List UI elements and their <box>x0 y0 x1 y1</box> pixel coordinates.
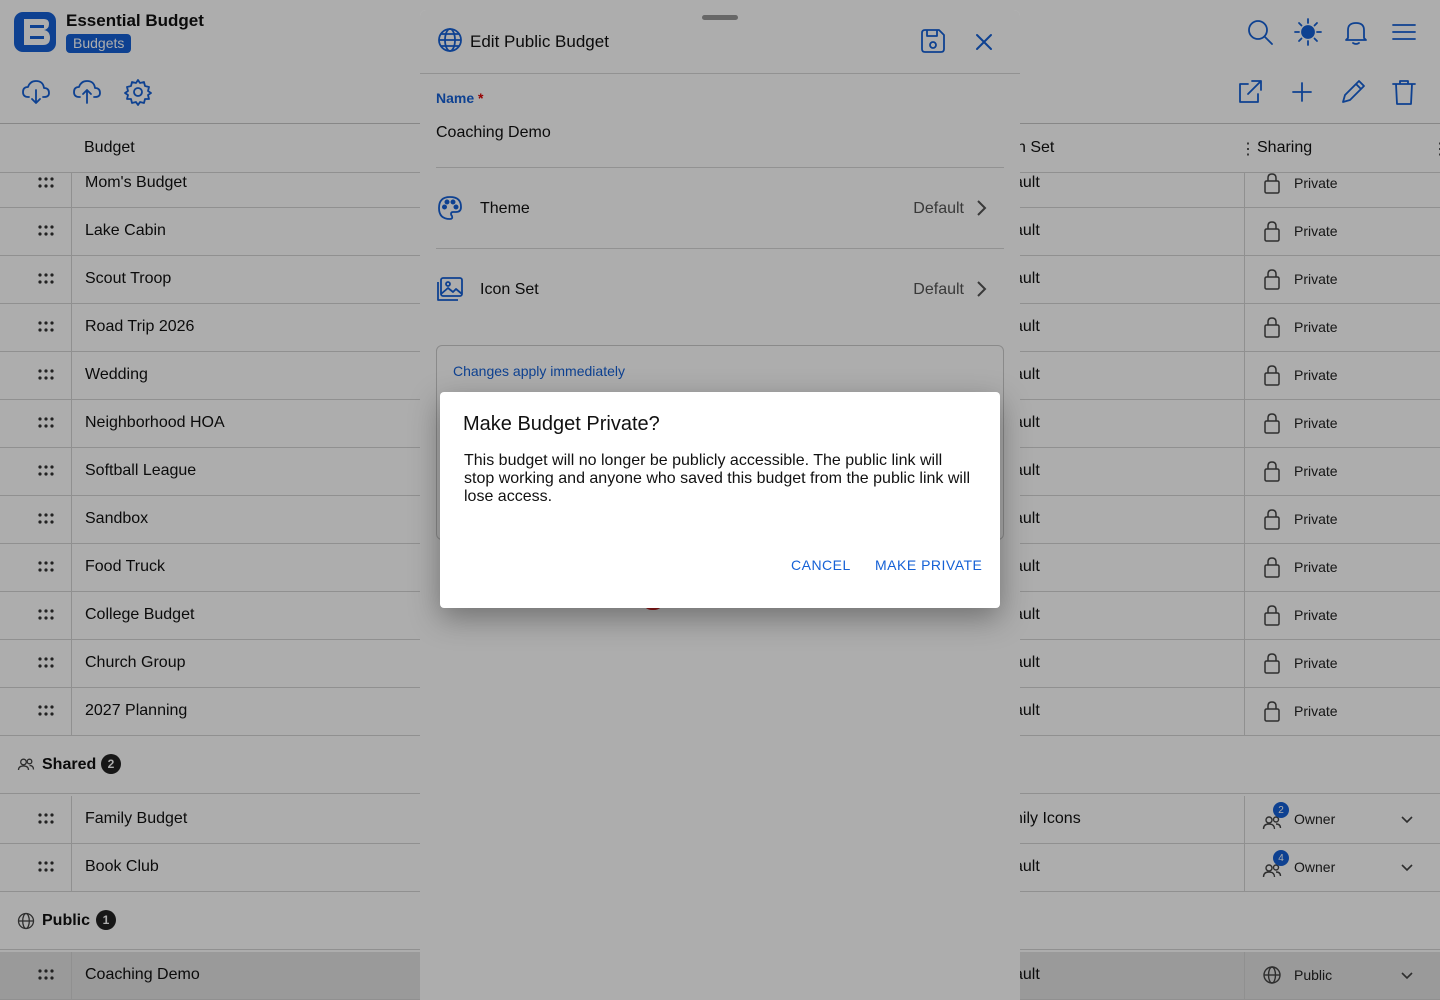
make-private-button[interactable]: MAKE PRIVATE <box>875 557 982 573</box>
dialog-title: Make Budget Private? <box>463 413 660 435</box>
dialog-message: This budget will no longer be publicly a… <box>464 452 971 505</box>
cancel-button[interactable]: CANCEL <box>791 557 851 573</box>
app-root: Essential Budget Budgets Budget n Set ⋮ … <box>0 0 1440 1000</box>
make-private-dialog: Make Budget Private? This budget will no… <box>440 392 1000 608</box>
